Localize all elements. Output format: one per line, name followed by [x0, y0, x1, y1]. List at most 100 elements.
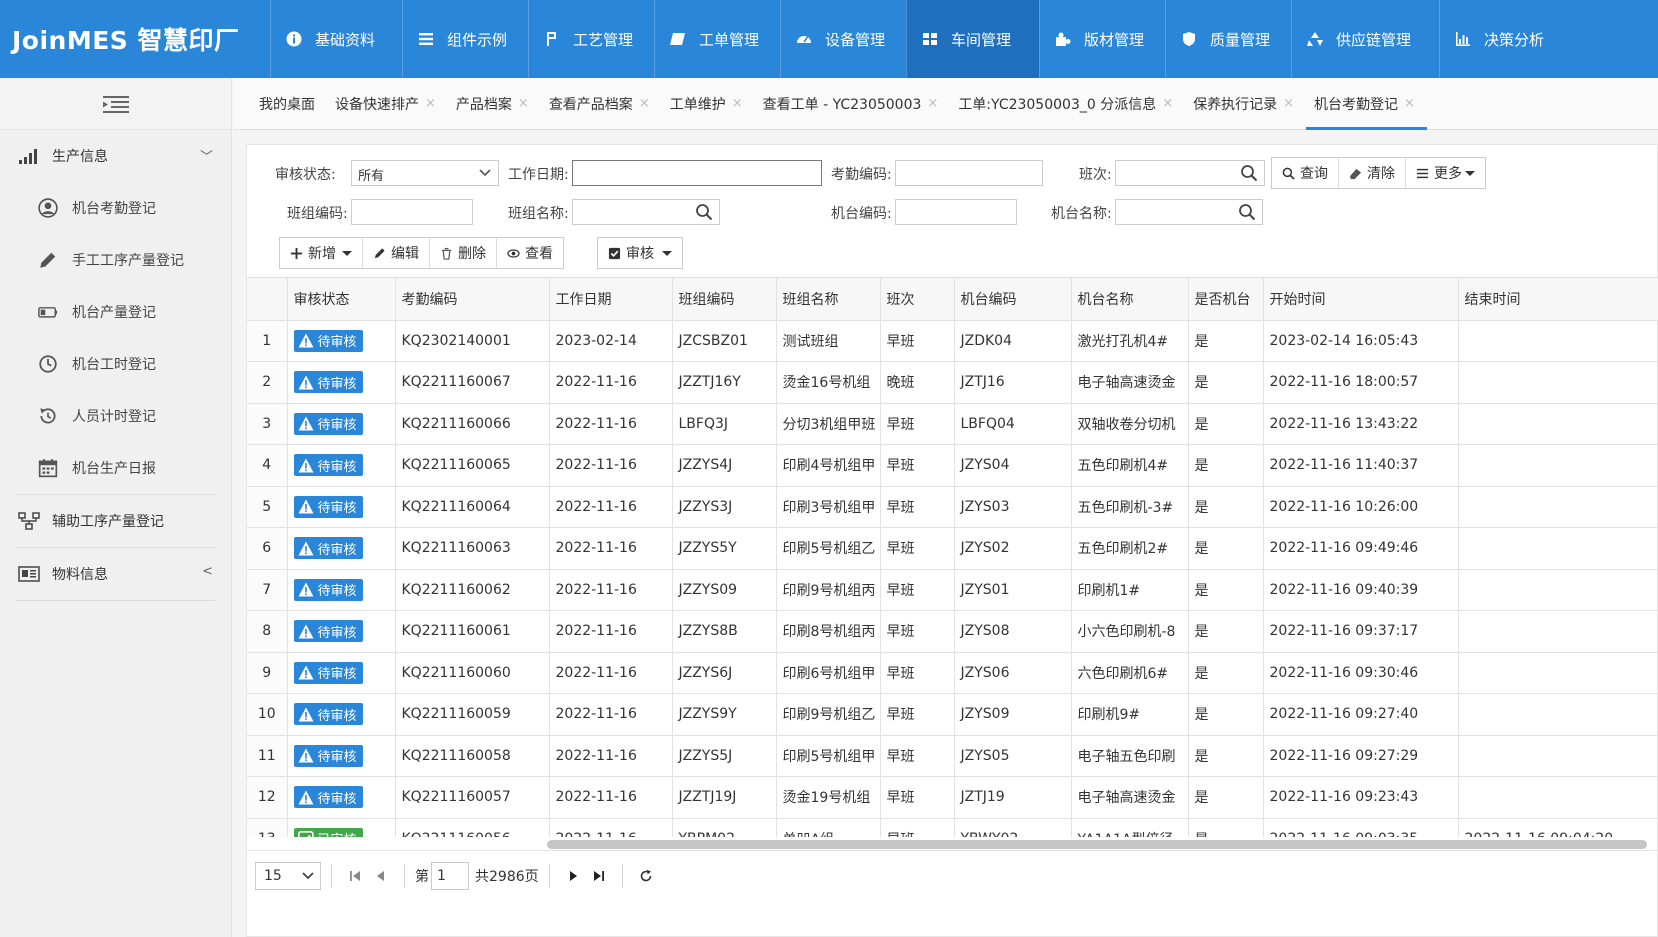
sidebar-item-4[interactable]: 人员计时登记: [0, 390, 231, 442]
column-header-1[interactable]: 审核状态: [287, 278, 396, 321]
last-page-button[interactable]: [586, 863, 612, 889]
cell-shift: 早班: [880, 693, 955, 736]
sidebar-item-0[interactable]: 机台考勤登记: [0, 182, 231, 234]
column-header-5[interactable]: 班组名称: [776, 278, 881, 321]
table-row[interactable]: 3 待审核 KQ2211160066 2022-11-16 LBFQ3J 分切3机组甲班早…: [247, 403, 1658, 445]
next-page-button[interactable]: [560, 863, 586, 889]
nav-item-6[interactable]: 版材管理: [1039, 0, 1165, 78]
column-header-7[interactable]: 机台编码: [954, 278, 1072, 321]
tab-8[interactable]: 机台考勤登记 ×: [1306, 78, 1427, 130]
column-header-9[interactable]: 是否机台: [1188, 278, 1264, 321]
sidebar: 生产信息 ﹀ 机台考勤登记 手工工序产量登记 机台产量登记 机台工时登记 人员计时登记 机台生…: [0, 78, 232, 937]
tab-4[interactable]: 工单维护 ×: [662, 78, 755, 130]
close-icon[interactable]: ×: [1404, 96, 1415, 111]
machine-name-input[interactable]: [1115, 199, 1263, 225]
table-row[interactable]: 12 待审核 KQ2211160057 2022-11-16 JZZTJ19J 烫金19号…: [247, 776, 1658, 819]
status-cell: 待审核: [287, 693, 396, 736]
chevron-down-icon: [302, 871, 314, 879]
tab-2[interactable]: 产品档案 ×: [448, 78, 541, 130]
sidebar-group-2[interactable]: 物料信息 <: [0, 548, 231, 600]
page-number-input[interactable]: 1: [431, 861, 469, 890]
table-row[interactable]: 7 待审核 KQ2211160062 2022-11-16 JZZYS09 印刷9号机组丙…: [247, 569, 1658, 611]
nav-item-2[interactable]: 工艺管理: [528, 0, 654, 78]
work-date-input[interactable]: [572, 160, 822, 186]
first-page-button[interactable]: [342, 863, 368, 889]
tab-3[interactable]: 查看产品档案 ×: [541, 78, 662, 130]
nav-item-0[interactable]: 基础资料: [270, 0, 402, 78]
table-row[interactable]: 1 待审核 KQ2302140001 2023-02-14 JZCSBZ01 测试班组 早班…: [247, 320, 1658, 362]
audit-status-select[interactable]: 所有: [351, 160, 499, 186]
search-icon[interactable]: [695, 203, 713, 221]
table-row[interactable]: 5 待审核 KQ2211160064 2022-11-16 JZZYS3J 印刷3号机组甲…: [247, 486, 1658, 528]
search-icon[interactable]: [1238, 203, 1256, 221]
close-icon[interactable]: ×: [1283, 96, 1294, 111]
query-button[interactable]: 查询: [1272, 158, 1339, 188]
prev-page-button[interactable]: [368, 863, 394, 889]
more-button[interactable]: 更多: [1406, 158, 1485, 188]
clear-button[interactable]: 清除: [1339, 158, 1406, 188]
attendance-code-input[interactable]: [895, 160, 1043, 186]
tab-6[interactable]: 工单:YC23050003_0 分派信息 ×: [950, 78, 1185, 130]
cell-is-machine: 是: [1188, 610, 1264, 653]
close-icon[interactable]: ×: [732, 96, 743, 111]
cell-date: 2022-11-16: [549, 444, 673, 487]
close-icon[interactable]: ×: [639, 96, 650, 111]
horizontal-scrollbar[interactable]: [547, 840, 1647, 849]
nav-item-3[interactable]: 工单管理: [654, 0, 780, 78]
sidebar-item-3[interactable]: 机台工时登记: [0, 338, 231, 390]
table-row[interactable]: 11 待审核 KQ2211160058 2022-11-16 JZZYS5J 印刷5号机组…: [247, 735, 1658, 777]
nav-item-5[interactable]: 车间管理: [906, 0, 1039, 78]
table-row[interactable]: 2 待审核 KQ2211160067 2022-11-16 JZZTJ16Y 烫金16号机…: [247, 361, 1658, 404]
machine-code-input[interactable]: [895, 199, 1017, 225]
column-header-6[interactable]: 班次: [880, 278, 955, 321]
shift-input[interactable]: [1115, 160, 1265, 186]
tab-5[interactable]: 查看工单 - YC23050003 ×: [755, 78, 951, 130]
column-header-8[interactable]: 机台名称: [1071, 278, 1189, 321]
view-button[interactable]: 查看: [497, 238, 563, 268]
close-icon[interactable]: ×: [927, 96, 938, 111]
nav-item-7[interactable]: 质量管理: [1165, 0, 1291, 78]
close-icon[interactable]: ×: [518, 96, 529, 111]
nav-item-4[interactable]: 设备管理: [780, 0, 906, 78]
sidebar-item-5[interactable]: 机台生产日报: [0, 442, 231, 494]
table-row[interactable]: 8 待审核 KQ2211160061 2022-11-16 JZZYS8B 印刷8号机组丙…: [247, 610, 1658, 653]
tab-7[interactable]: 保养执行记录 ×: [1185, 78, 1306, 130]
nav-item-8[interactable]: 供应链管理: [1291, 0, 1439, 78]
delete-button[interactable]: 删除: [430, 238, 497, 268]
info-icon: [285, 30, 303, 48]
close-icon[interactable]: ×: [425, 96, 436, 111]
sidebar-group-0[interactable]: 生产信息 ﹀: [0, 130, 231, 182]
table-row[interactable]: 4 待审核 KQ2211160065 2022-11-16 JZZYS4J 印刷4号机组甲…: [247, 444, 1658, 487]
column-header-11[interactable]: 结束时间: [1458, 278, 1658, 321]
table-row[interactable]: 9 待审核 KQ2211160060 2022-11-16 JZZYS6J 印刷6号机组甲…: [247, 652, 1658, 694]
nav-item-9[interactable]: 决策分析: [1439, 0, 1561, 78]
table-row[interactable]: 10 待审核 KQ2211160059 2022-11-16 JZZYS9Y 印刷9号机组…: [247, 693, 1658, 736]
table-row[interactable]: 13已审核KQ22111600562022-11-16YBPM02单凹A组早班Y…: [247, 818, 1658, 837]
close-icon[interactable]: ×: [1162, 96, 1173, 111]
team-code-input[interactable]: [351, 199, 473, 225]
audit-button[interactable]: 审核: [598, 238, 682, 268]
column-header-2[interactable]: 考勤编码: [395, 278, 550, 321]
column-header-4[interactable]: 班组编码: [672, 278, 777, 321]
warning-icon: [298, 748, 318, 763]
sidebar-group-label: 物料信息: [52, 567, 108, 583]
team-name-input[interactable]: [572, 199, 720, 225]
sidebar-toggle-button[interactable]: [0, 78, 231, 130]
page-size-select[interactable]: 15: [255, 861, 321, 890]
search-icon[interactable]: [1240, 164, 1258, 182]
sidebar-group-1[interactable]: 辅助工序产量登记: [0, 495, 231, 547]
column-header-3[interactable]: 工作日期: [549, 278, 673, 321]
tab-1[interactable]: 设备快速排产 ×: [327, 78, 448, 130]
column-header-10[interactable]: 开始时间: [1263, 278, 1459, 321]
edit-button[interactable]: 编辑: [363, 238, 430, 268]
table-row[interactable]: 6 待审核 KQ2211160063 2022-11-16 JZZYS5Y 印刷5号机组乙…: [247, 527, 1658, 570]
tab-0[interactable]: 我的桌面: [251, 78, 327, 130]
sidebar-item-2[interactable]: 机台产量登记: [0, 286, 231, 338]
column-header-0[interactable]: [247, 278, 288, 321]
nav-item-1[interactable]: 组件示例: [402, 0, 528, 78]
add-button[interactable]: 新增: [280, 238, 363, 268]
refresh-button[interactable]: [633, 863, 659, 889]
sidebar-item-1[interactable]: 手工工序产量登记: [0, 234, 231, 286]
cell-machine-code: JZTJ16: [954, 361, 1072, 404]
row-number: 12: [247, 776, 288, 819]
